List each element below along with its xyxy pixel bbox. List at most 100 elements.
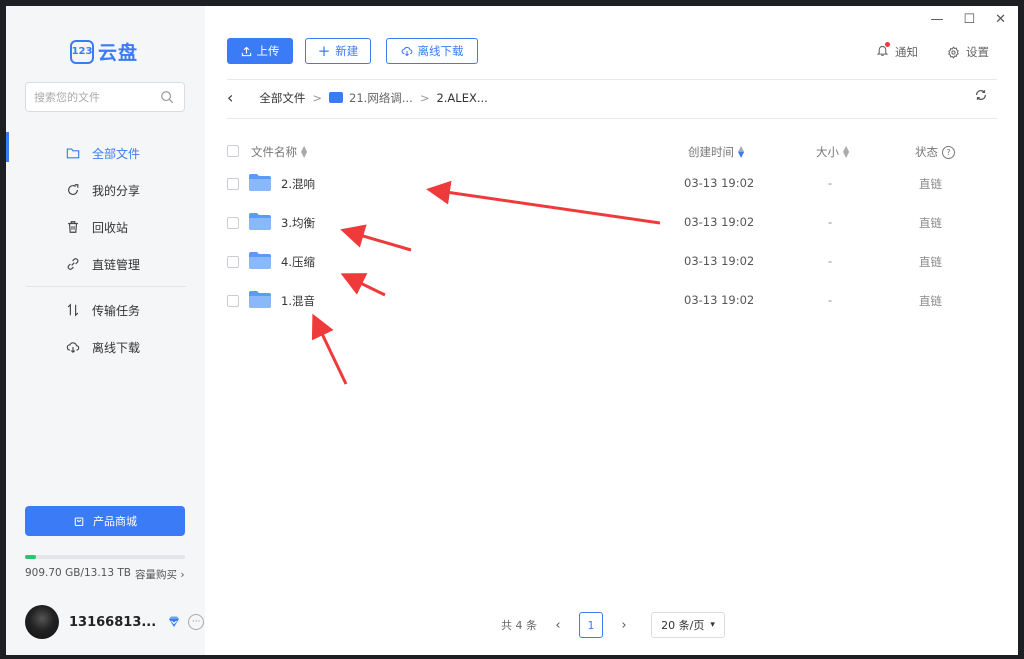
breadcrumb-divider: [227, 118, 997, 119]
file-status: 直链: [919, 294, 942, 308]
table-row[interactable]: 1.混音 03-13 19:02 - 直链: [227, 282, 997, 320]
cloud-download-icon: [401, 46, 412, 57]
logo-mark: 123: [70, 39, 94, 64]
file-created: 03-13 19:02: [684, 215, 755, 229]
column-name-label: 文件名称: [251, 145, 297, 159]
upload-label: 上传: [256, 44, 280, 58]
column-name[interactable]: 文件名称 ▲ ▼: [251, 144, 307, 160]
page-size-select[interactable]: 20 条/页 ▾: [651, 612, 725, 638]
file-size: -: [828, 215, 833, 229]
sidebar: 123 云盘 全部文件 我的分享 回收站 直链管理: [6, 6, 205, 655]
chevron-down-icon: ▾: [710, 620, 715, 630]
sort-desc-icon: ▲ ▼: [738, 144, 745, 159]
row-checkbox[interactable]: [227, 256, 239, 268]
logo-text: 云盘: [98, 42, 139, 64]
sidebar-item-label: 回收站: [92, 220, 129, 235]
pagination: 共 4 条 ‹ 1 › 20 条/页 ▾: [501, 612, 725, 638]
breadcrumb: ‹ 全部文件 > 21.网络调... > 2.ALEX...: [227, 88, 488, 107]
trash-icon: [68, 221, 78, 233]
file-created: 03-13 19:02: [684, 176, 755, 190]
user-profile[interactable]: 13166813... ···: [25, 605, 205, 639]
next-page-icon[interactable]: ›: [617, 618, 631, 633]
folder-icon: [249, 252, 271, 269]
sidebar-item-all-files[interactable]: 全部文件: [66, 140, 140, 166]
offline-download-button[interactable]: 离线下载: [386, 38, 478, 64]
upload-icon: [241, 46, 251, 56]
help-icon[interactable]: ?: [942, 145, 955, 159]
sidebar-item-label: 我的分享: [92, 183, 141, 198]
sidebar-item-direct-link[interactable]: 直链管理: [66, 251, 140, 277]
product-shop-label: 产品商城: [93, 515, 137, 528]
row-checkbox[interactable]: [227, 217, 239, 229]
search-input[interactable]: [26, 83, 162, 111]
app-window: 123 云盘 全部文件 我的分享 回收站 直链管理: [6, 6, 1018, 655]
share-icon: [68, 184, 79, 195]
refresh-icon[interactable]: [974, 88, 988, 102]
shared-folder-icon: [329, 92, 344, 103]
file-size: -: [828, 176, 833, 190]
shopping-bag-icon: [74, 517, 84, 527]
transfer-icon: [67, 303, 79, 317]
search-box[interactable]: [25, 82, 185, 112]
close-icon[interactable]: ✕: [995, 12, 1006, 27]
folder-icon: [249, 291, 271, 308]
column-size[interactable]: 大小 ▲ ▼: [816, 144, 849, 160]
cloud-download-icon: [66, 342, 80, 354]
breadcrumb-mid[interactable]: 21.网络调...: [349, 90, 413, 106]
upload-button[interactable]: 上传: [227, 38, 293, 64]
sidebar-item-offline-download[interactable]: 离线下载: [66, 334, 140, 360]
link-icon: [67, 258, 79, 270]
file-size: -: [828, 293, 833, 307]
more-icon[interactable]: ···: [188, 614, 205, 630]
storage-progress: [25, 555, 185, 559]
row-checkbox[interactable]: [227, 295, 239, 307]
gear-icon: [948, 45, 959, 59]
table-row[interactable]: 4.压缩 03-13 19:02 - 直链: [227, 243, 997, 281]
breadcrumb-root[interactable]: 全部文件: [259, 90, 305, 106]
column-size-label: 大小: [816, 145, 839, 159]
folder-icon: [66, 148, 80, 159]
prev-page-icon[interactable]: ‹: [551, 618, 565, 633]
file-name[interactable]: 4.压缩: [281, 254, 315, 270]
notification-button[interactable]: 通知: [876, 42, 918, 60]
logo: 123 云盘: [70, 38, 138, 65]
sidebar-item-label: 离线下载: [92, 340, 141, 355]
minimize-icon[interactable]: —: [930, 12, 943, 27]
new-label: 新建: [335, 44, 359, 58]
column-created[interactable]: 创建时间 ▲ ▼: [688, 144, 744, 160]
search-icon[interactable]: [160, 90, 174, 104]
settings-button[interactable]: 设置: [947, 44, 989, 60]
file-status: 直链: [919, 255, 942, 269]
file-name[interactable]: 1.混音: [281, 293, 315, 309]
breadcrumb-separator: >: [312, 90, 323, 105]
notification-label: 通知: [895, 45, 918, 59]
file-name[interactable]: 2.混响: [281, 176, 315, 192]
plus-icon: +: [317, 42, 331, 60]
column-created-label: 创建时间: [688, 145, 734, 159]
maximize-icon[interactable]: ☐: [963, 12, 975, 27]
sidebar-item-my-share[interactable]: 我的分享: [66, 177, 140, 203]
window-controls: — ☐ ✕: [930, 12, 1006, 27]
total-count: 共 4 条: [501, 619, 537, 632]
breadcrumb-separator: >: [419, 90, 430, 105]
file-name[interactable]: 3.均衡: [281, 215, 315, 231]
buy-capacity-link[interactable]: 容量购买 ›: [135, 567, 185, 582]
back-icon[interactable]: ‹: [227, 88, 233, 107]
table-row[interactable]: 3.均衡 03-13 19:02 - 直链: [227, 204, 997, 242]
file-status: 直链: [919, 216, 942, 230]
select-all-checkbox[interactable]: [227, 145, 239, 157]
product-shop-button[interactable]: 产品商城: [25, 506, 185, 536]
table-row[interactable]: 2.混响 03-13 19:02 - 直链: [227, 165, 997, 203]
new-button[interactable]: + 新建: [305, 38, 371, 64]
file-created: 03-13 19:02: [684, 293, 755, 307]
column-status-label: 状态: [915, 145, 938, 159]
username: 13166813...: [69, 614, 157, 630]
avatar[interactable]: [25, 605, 59, 639]
storage-progress-fill: [25, 555, 36, 559]
row-checkbox[interactable]: [227, 178, 239, 190]
current-page[interactable]: 1: [579, 612, 603, 638]
notification-dot: [885, 42, 890, 47]
sidebar-item-transfer[interactable]: 传输任务: [66, 297, 140, 323]
page-size-value: 20 条/页: [661, 619, 705, 632]
sidebar-item-recycle-bin[interactable]: 回收站: [66, 214, 128, 240]
